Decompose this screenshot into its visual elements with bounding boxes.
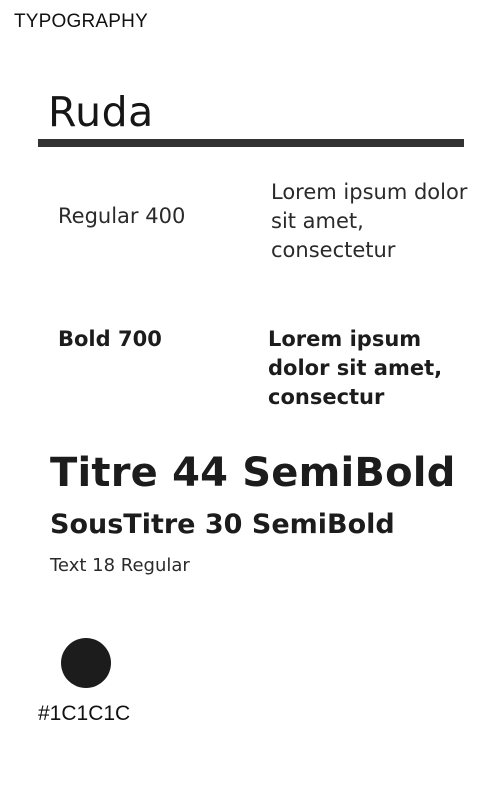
- divider: [38, 139, 464, 147]
- font-family-name: Ruda: [48, 88, 154, 136]
- subtitle-spec: SousTitre 30 SemiBold: [50, 509, 395, 540]
- sample-text-regular: Lorem ipsum dolor sit amet, consectetur: [271, 180, 468, 262]
- title-spec: Titre 44 SemiBold: [50, 450, 456, 496]
- text-spec: Text 18 Regular: [50, 555, 190, 576]
- section-title: TYPOGRAPHY: [14, 11, 148, 32]
- weight-label-regular: Regular 400: [58, 204, 186, 228]
- color-hex-label: #1C1C1C: [38, 702, 131, 725]
- color-swatch: [61, 638, 111, 688]
- weight-label-bold: Bold 700: [58, 327, 162, 351]
- sample-text-bold: Lorem ipsum dolor sit amet, consectur: [268, 327, 443, 409]
